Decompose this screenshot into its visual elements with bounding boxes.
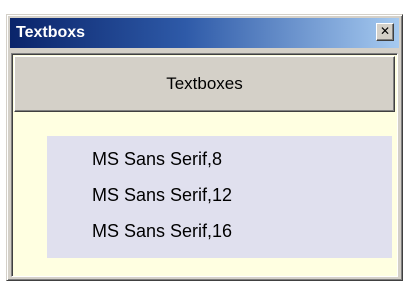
textbox-item-size-8[interactable]: MS Sans Serif,8 [47,144,392,180]
textbox-item-size-16[interactable]: MS Sans Serif,16 [47,216,392,252]
client-area: Textboxes MS Sans Serif,8 MS Sans Serif,… [11,53,398,277]
textbox-list: MS Sans Serif,8 MS Sans Serif,12 MS Sans… [47,136,392,258]
close-icon: ✕ [379,24,391,38]
textboxs-window: Textboxs ✕ Textboxes MS Sans Serif,8 MS … [6,14,403,281]
close-button[interactable]: ✕ [376,23,394,41]
title-bar[interactable]: Textboxs ✕ [10,18,399,48]
textboxes-header-button[interactable]: Textboxes [14,56,395,112]
window-title: Textboxs [16,24,86,41]
textbox-item-size-12[interactable]: MS Sans Serif,12 [47,180,392,216]
